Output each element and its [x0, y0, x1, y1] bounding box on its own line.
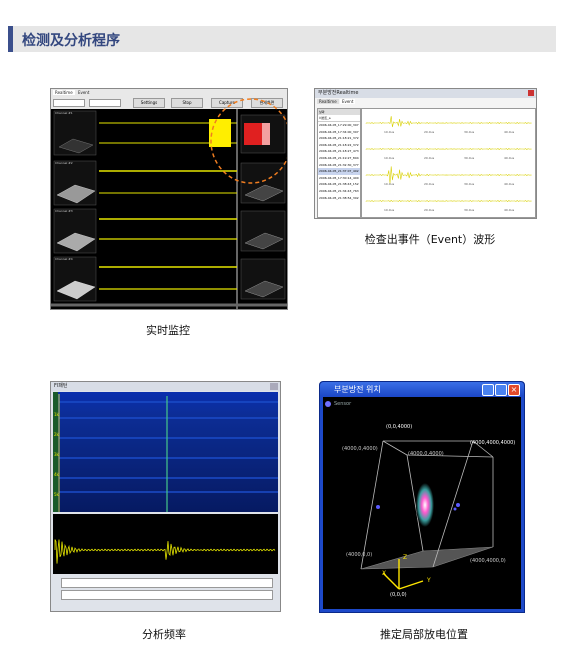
event-list-item[interactable]: 2006-04-05_21:38:54_302 [318, 195, 360, 202]
freq-tick-label: 4k [54, 472, 59, 477]
event-axis-tick: 10.0us [384, 208, 395, 212]
location-window-title: 부분방전 위치 [334, 385, 381, 394]
realtime-monitor-screenshot: Realtime Event Settings Stop Capture 현재화… [50, 88, 288, 310]
event-list-item[interactable]: 2006-04-05_17:29:00_307 [318, 122, 360, 129]
caption-realtime: 实时监控 [146, 324, 190, 337]
event-axis-tick: 20.0us [424, 208, 435, 212]
event-list-item[interactable]: 2006-04-05_21:18:22_372 [318, 142, 360, 149]
section-title: 检测及分析程序 [22, 33, 120, 49]
caption-location: 推定局部放电位置 [380, 628, 468, 641]
event-axis-tick: 30.0us [464, 182, 475, 186]
label-top-right: (4000,4000,4000) [470, 440, 516, 446]
header-accent-bar [8, 26, 13, 52]
label-origin: (0,0,0) [390, 592, 407, 598]
event-tab-event[interactable]: Event [339, 99, 356, 104]
event-list: 날짜 이벤트_a 2006-04-05_17:29:00_307 2006-04-… [317, 108, 361, 218]
freq-scrollbar-1[interactable] [61, 578, 273, 588]
label-mid-upper: (4000,0,4000) [408, 451, 444, 457]
axis-label-x: X [382, 570, 387, 577]
close-button[interactable]: × [508, 384, 520, 396]
event-window-title: 부분방전Realtime [315, 89, 536, 98]
freq-tick-label: 3k [54, 452, 59, 457]
event-list-item[interactable]: 2006-04-05_21:34:43_763 [318, 188, 360, 195]
event-axis-tick: 40.0us [504, 208, 515, 212]
event-axis-tick: 40.0us [504, 130, 515, 134]
event-axis-tick: 30.0us [464, 130, 475, 134]
freq-scrollbar-2[interactable] [61, 590, 273, 600]
event-list-item[interactable]: 2006-04-05_21:37:07_402 [318, 168, 360, 175]
event-list-subheader[interactable]: 이벤트_a [318, 115, 360, 122]
label-left-upper: (4000,0,4000) [342, 446, 378, 452]
event-list-item[interactable]: 2006-04-05_21:38:43_152 [318, 181, 360, 188]
event-axis-tick: 40.0us [504, 182, 515, 186]
event-waveform-screenshot: 부분방전Realtime Realtime Event 날짜 이벤트_a 200… [314, 88, 537, 219]
event-axis-tick: 10.0us [384, 182, 395, 186]
minimize-button[interactable] [482, 384, 494, 396]
event-axis-tick: 30.0us [464, 208, 475, 212]
event-waveform-trace [365, 116, 532, 128]
event-close-icon[interactable] [528, 90, 534, 96]
event-waveform-trace [365, 148, 532, 150]
axis-label-z: Z [403, 554, 408, 561]
freq-window-icon[interactable] [270, 383, 278, 390]
freq-tick-label: 2k [54, 432, 59, 437]
event-waveforms: 10.0us 20.0us 30.0us 40.0us 10.0us 20.0us 30.0… [361, 108, 536, 218]
freq-window-title: Fl패턴 [51, 382, 280, 391]
event-axis-tick: 20.0us [424, 182, 435, 186]
axis-label-y: Y [427, 577, 431, 584]
label-right-floor: (4000,0,0) [346, 552, 373, 558]
caption-frequency: 分析频率 [142, 628, 186, 641]
event-list-item[interactable]: 2006-04-05_21:32:30_377 [318, 162, 360, 169]
freq-waveform [53, 514, 278, 574]
event-axis-tick: 40.0us [504, 156, 515, 160]
spectrogram [53, 392, 278, 512]
frequency-analysis-screenshot: Fl패턴 1k 2k 3k 4k 5k [50, 381, 281, 612]
location-legend-sensor: Sensor [334, 401, 352, 407]
event-waveform-trace [365, 166, 532, 184]
event-list-item[interactable]: 2006-04-05_21:18:21_372 [318, 135, 360, 142]
maximize-button[interactable] [495, 384, 507, 396]
event-axis-tick: 20.0us [424, 130, 435, 134]
event-list-item[interactable]: 2006-04-05_21:19:27_804 [318, 155, 360, 162]
location-3d-scene [323, 397, 521, 609]
event-tab-realtime[interactable]: Realtime [317, 99, 339, 104]
highlight-circle [210, 98, 287, 184]
location-title-bar: 부분방전 위치 × [320, 382, 524, 396]
event-list-item[interactable]: 2006-04-05_17:34:00_307 [318, 129, 360, 136]
pd-location-screenshot: 부분방전 위치 × Sensor (0,0,4000) (4000,0,4000… [319, 381, 525, 613]
event-list-item[interactable]: 2006-04-05_21:18:27_473 [318, 148, 360, 155]
event-axis-tick: 20.0us [424, 156, 435, 160]
event-axis-tick: 10.0us [384, 130, 395, 134]
caption-event: 检查出事件（Event）波形 [364, 233, 496, 246]
label-far-floor: (4000,4000,0) [470, 558, 506, 564]
event-axis-tick: 30.0us [464, 156, 475, 160]
event-axis-tick: 10.0us [384, 156, 395, 160]
event-waveform-trace [365, 200, 532, 202]
freq-tick-label: 1k [54, 412, 59, 417]
label-top-left: (0,0,4000) [386, 424, 413, 430]
freq-tick-label: 5k [54, 492, 59, 497]
event-list-item[interactable]: 2006-04-05_17:30:14_400 [318, 175, 360, 182]
section-header: 检测及分析程序 [8, 26, 556, 52]
